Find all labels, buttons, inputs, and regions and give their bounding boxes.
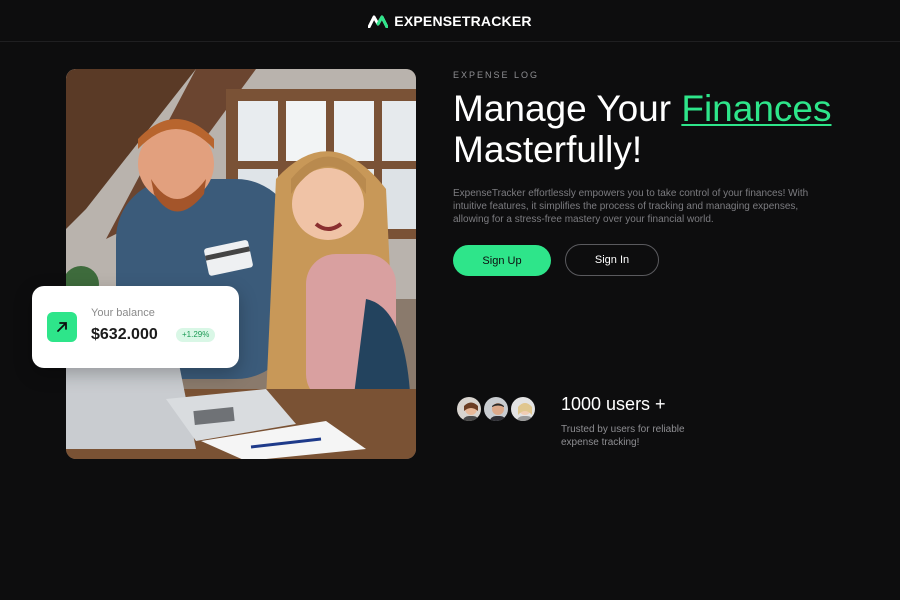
hero-photo	[66, 69, 416, 459]
balance-card: Your balance $632.000 +1.29%	[32, 286, 239, 368]
headline-part1: Manage Your	[453, 88, 682, 129]
avatar	[455, 395, 483, 423]
brand-logo-icon	[368, 15, 389, 28]
avatar	[509, 395, 537, 423]
headline-part2: Masterfully!	[453, 129, 643, 170]
balance-label: Your balance	[91, 307, 155, 319]
users-subtext: Trusted by users for reliable expense tr…	[561, 424, 685, 448]
eyebrow-label: EXPENSE LOG	[453, 70, 540, 80]
arrow-up-right-icon	[47, 312, 77, 342]
sign-in-button[interactable]: Sign In	[565, 244, 659, 276]
balance-change-badge: +1.29%	[176, 328, 216, 342]
headline-accent: Finances	[681, 88, 832, 129]
brand-name: EXPENSETRACKER	[394, 12, 532, 29]
balance-amount: $632.000	[91, 326, 158, 343]
brand[interactable]: EXPENSETRACKER	[368, 13, 531, 29]
top-bar: EXPENSETRACKER	[0, 0, 900, 42]
page-title: Manage Your Finances Masterfully!	[453, 88, 873, 170]
avatar	[482, 395, 510, 423]
hero-description: ExpenseTracker effortlessly empowers you…	[453, 188, 809, 225]
users-count: 1000 users +	[561, 394, 666, 414]
sign-up-button[interactable]: Sign Up	[453, 245, 551, 276]
